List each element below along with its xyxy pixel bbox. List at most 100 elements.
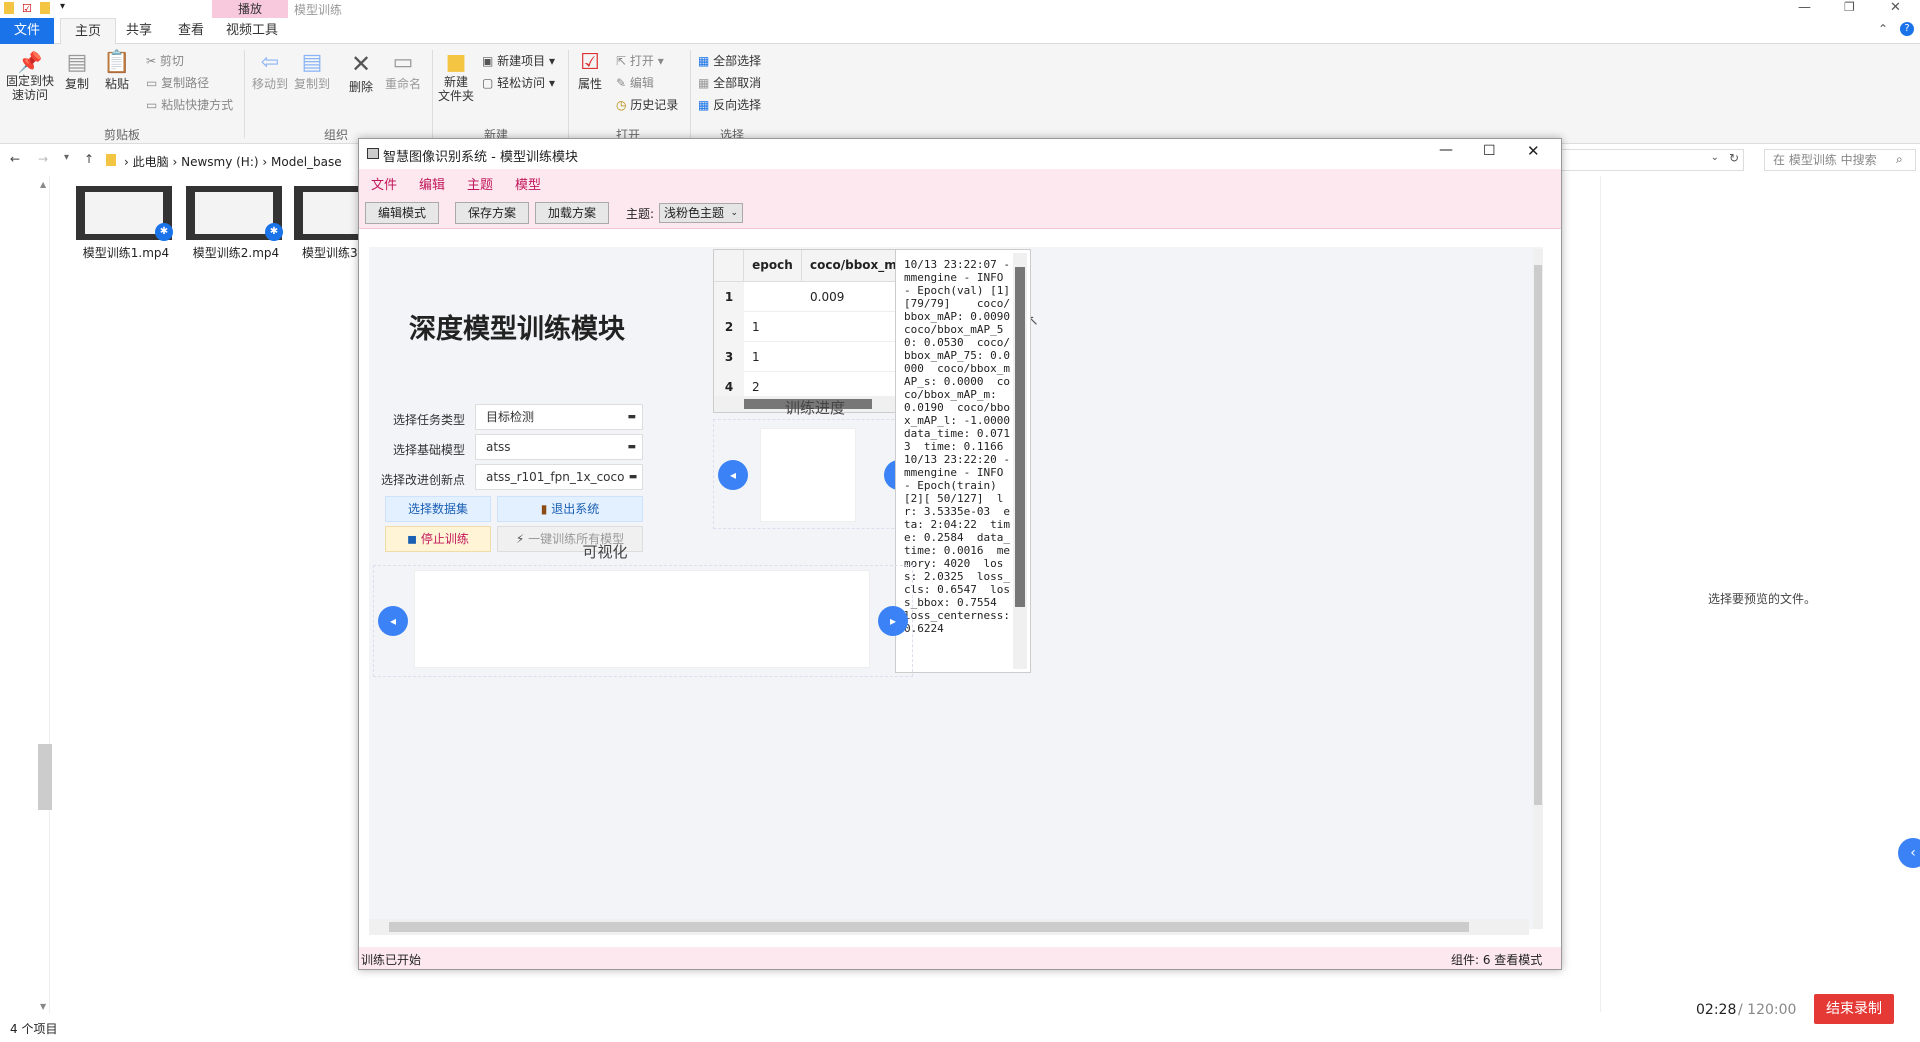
minimize-icon[interactable]: —	[1439, 142, 1453, 158]
quick-access-toolbar: ☑ ▾ 播放 模型训练 — ❐ ✕	[0, 0, 1920, 18]
file-item[interactable]: ✱ 模型训练2.mp4	[186, 186, 286, 260]
breadcrumb: › 此电脑 › Newsmy (H:) › Model_base	[124, 153, 342, 170]
collapse-ribbon-icon[interactable]: ⌃	[1878, 22, 1888, 36]
search-input[interactable]: 在 模型训练 中搜索	[1764, 149, 1916, 171]
edit-button[interactable]: ✎ 编辑	[616, 74, 654, 91]
divider	[432, 50, 433, 138]
column-header[interactable]: epoch	[744, 250, 802, 282]
app-icon	[367, 148, 379, 159]
checkpoint-select[interactable]: atss_r101_fpn_1x_coco ▬	[475, 464, 643, 490]
app-title: 智慧图像识别系统 - 模型训练模块	[383, 150, 578, 165]
crumb-folder[interactable]: Model_base	[271, 155, 342, 169]
side-expand-button[interactable]: ‹	[1898, 838, 1920, 868]
next-viz-button[interactable]: ▸	[878, 606, 908, 636]
help-icon[interactable]: ?	[1900, 22, 1914, 36]
scroll-down-icon[interactable]: ▼	[40, 1002, 46, 1011]
crumb-this-pc[interactable]: 此电脑	[133, 155, 169, 169]
base-model-select[interactable]: atss ▬	[475, 434, 643, 460]
pin-button[interactable]: 📌 固定到快 速访问	[4, 50, 56, 102]
ribbon: 📌 固定到快 速访问 ▤ 复制 📋 粘贴 ✂ 剪切 ▭ 复制路径 ▭ 粘贴快捷方式 剪…	[0, 44, 1920, 144]
file-item[interactable]: ✱ 模型训练1.mp4	[76, 186, 176, 260]
cut-button[interactable]: ✂ 剪切	[146, 52, 184, 69]
copy-path-button[interactable]: ▭ 复制路径	[146, 74, 209, 91]
task-type-select[interactable]: 目标检测 ▬	[475, 404, 643, 430]
stop-training-button[interactable]: ◼ 停止训练	[385, 526, 491, 552]
tab-view[interactable]: 查看	[164, 18, 218, 44]
save-scheme-button[interactable]: 保存方案	[455, 202, 530, 224]
file-name: 模型训练3.	[302, 246, 358, 260]
paste-shortcut-button[interactable]: ▭ 粘贴快捷方式	[146, 96, 233, 113]
tab-video-tools[interactable]: 视频工具	[212, 18, 292, 44]
close-icon[interactable]: ✕	[1527, 142, 1540, 160]
tab-home[interactable]: 主页	[60, 18, 117, 44]
table-row[interactable]: 3 1	[714, 342, 898, 372]
select-none-button[interactable]: ▦ 全部取消	[698, 74, 761, 91]
scroll-up-icon[interactable]: ▲	[40, 180, 46, 189]
theme-select[interactable]: 浅粉色主题 ⌄	[659, 203, 743, 223]
stop-recording-button[interactable]: 结束录制	[1814, 994, 1894, 1024]
tab-file[interactable]: 文件	[0, 18, 55, 44]
recent-dropdown-icon[interactable]: ▾	[64, 152, 69, 163]
crumb-sep-icon: ›	[124, 155, 133, 169]
copy-button[interactable]: ▤ 复制	[60, 50, 94, 92]
app-window: 智慧图像识别系统 - 模型训练模块 — ☐ ✕ 文件 编辑 主题 模型 编辑模式…	[358, 138, 1562, 970]
navigation-pane[interactable]: ▲ ▼	[0, 176, 52, 1016]
move-to-button[interactable]: ⇦ 移动到	[250, 50, 290, 92]
invert-icon: ▦	[698, 98, 714, 112]
visualization-title: 可视化	[582, 543, 628, 561]
progress-title: 训练进度	[784, 399, 845, 417]
copy-icon: ▤	[66, 50, 88, 75]
invert-selection-button[interactable]: ▦ 反向选择	[698, 96, 761, 113]
item-count: 4 个项目	[10, 1022, 58, 1036]
minimize-icon[interactable]: —	[1798, 0, 1811, 15]
menu-theme[interactable]: 主题	[467, 174, 493, 193]
prev-chart-button[interactable]: ◂	[718, 460, 748, 490]
chevron-down-icon[interactable]: ▾	[60, 1, 65, 12]
restore-icon[interactable]: ❐	[1844, 0, 1855, 14]
open-button[interactable]: ⇱ 打开 ▾	[616, 52, 664, 69]
menu-file[interactable]: 文件	[371, 174, 397, 193]
content-vertical-scrollbar[interactable]	[1533, 249, 1543, 929]
chevron-down-icon[interactable]: ⌄	[1711, 152, 1719, 163]
menu-model[interactable]: 模型	[515, 174, 541, 193]
paste-button[interactable]: 📋 粘贴	[100, 50, 134, 92]
properties-button[interactable]: ☑ 属性	[572, 50, 608, 92]
open-icon: ⇱	[616, 54, 630, 68]
new-item-button[interactable]: ▣ 新建项目 ▾	[482, 52, 555, 69]
address-box-tail[interactable]: ⌄ ↻	[1562, 149, 1744, 171]
select-all-button[interactable]: ▦ 全部选择	[698, 52, 761, 69]
log-scrollbar[interactable]	[1013, 253, 1027, 669]
column-header[interactable]: coco/bbox_mA	[802, 250, 898, 282]
training-log[interactable]: 10/13 23:22:07 - mmengine - INFO - Epoch…	[895, 249, 1031, 673]
close-icon[interactable]: ✕	[1890, 0, 1901, 15]
menu-edit[interactable]: 编辑	[419, 174, 445, 193]
results-table[interactable]: epoch coco/bbox_mA 1 0.009 2 1 3 1 4 2	[713, 249, 919, 413]
prev-viz-button[interactable]: ◂	[378, 606, 408, 636]
copy-to-button[interactable]: ▤ 复制到	[292, 50, 332, 92]
file-item[interactable]: 模型训练3.	[294, 186, 358, 260]
content-horizontal-scrollbar[interactable]	[369, 919, 1529, 935]
pin-icon: 📌	[17, 50, 43, 74]
table-row[interactable]: 1 0.009	[714, 282, 898, 312]
forward-icon[interactable]: →	[38, 152, 48, 166]
app-toolbar: 编辑模式 保存方案 加载方案 主题: 浅粉色主题 ⌄	[359, 195, 1561, 229]
delete-button[interactable]: ✕ 删除	[344, 50, 378, 95]
up-icon[interactable]: ↑	[84, 152, 94, 166]
refresh-icon[interactable]: ↻	[1729, 151, 1739, 165]
history-button[interactable]: ◷ 历史记录	[616, 96, 678, 113]
rename-button[interactable]: ▭ 重命名	[382, 50, 424, 92]
checkmark-icon[interactable]: ☑	[22, 2, 32, 15]
edit-mode-button[interactable]: 编辑模式	[365, 202, 440, 224]
back-icon[interactable]: ←	[10, 152, 20, 166]
easy-access-button[interactable]: ▢ 轻松访问 ▾	[482, 74, 555, 91]
exit-system-button[interactable]: ▮ 退出系统	[497, 496, 643, 522]
maximize-icon[interactable]: ☐	[1483, 143, 1496, 159]
crumb-drive[interactable]: Newsmy (H:)	[181, 155, 258, 169]
new-folder-button[interactable]: ■ 新建 文件夹	[434, 50, 478, 103]
select-dataset-button[interactable]: 选择数据集	[385, 496, 491, 522]
nav-scrollbar-thumb[interactable]	[38, 744, 52, 810]
table-row[interactable]: 2 1	[714, 312, 898, 342]
new-folder-icon[interactable]	[40, 2, 50, 14]
tab-share[interactable]: 共享	[112, 18, 166, 44]
load-scheme-button[interactable]: 加载方案	[535, 202, 610, 224]
